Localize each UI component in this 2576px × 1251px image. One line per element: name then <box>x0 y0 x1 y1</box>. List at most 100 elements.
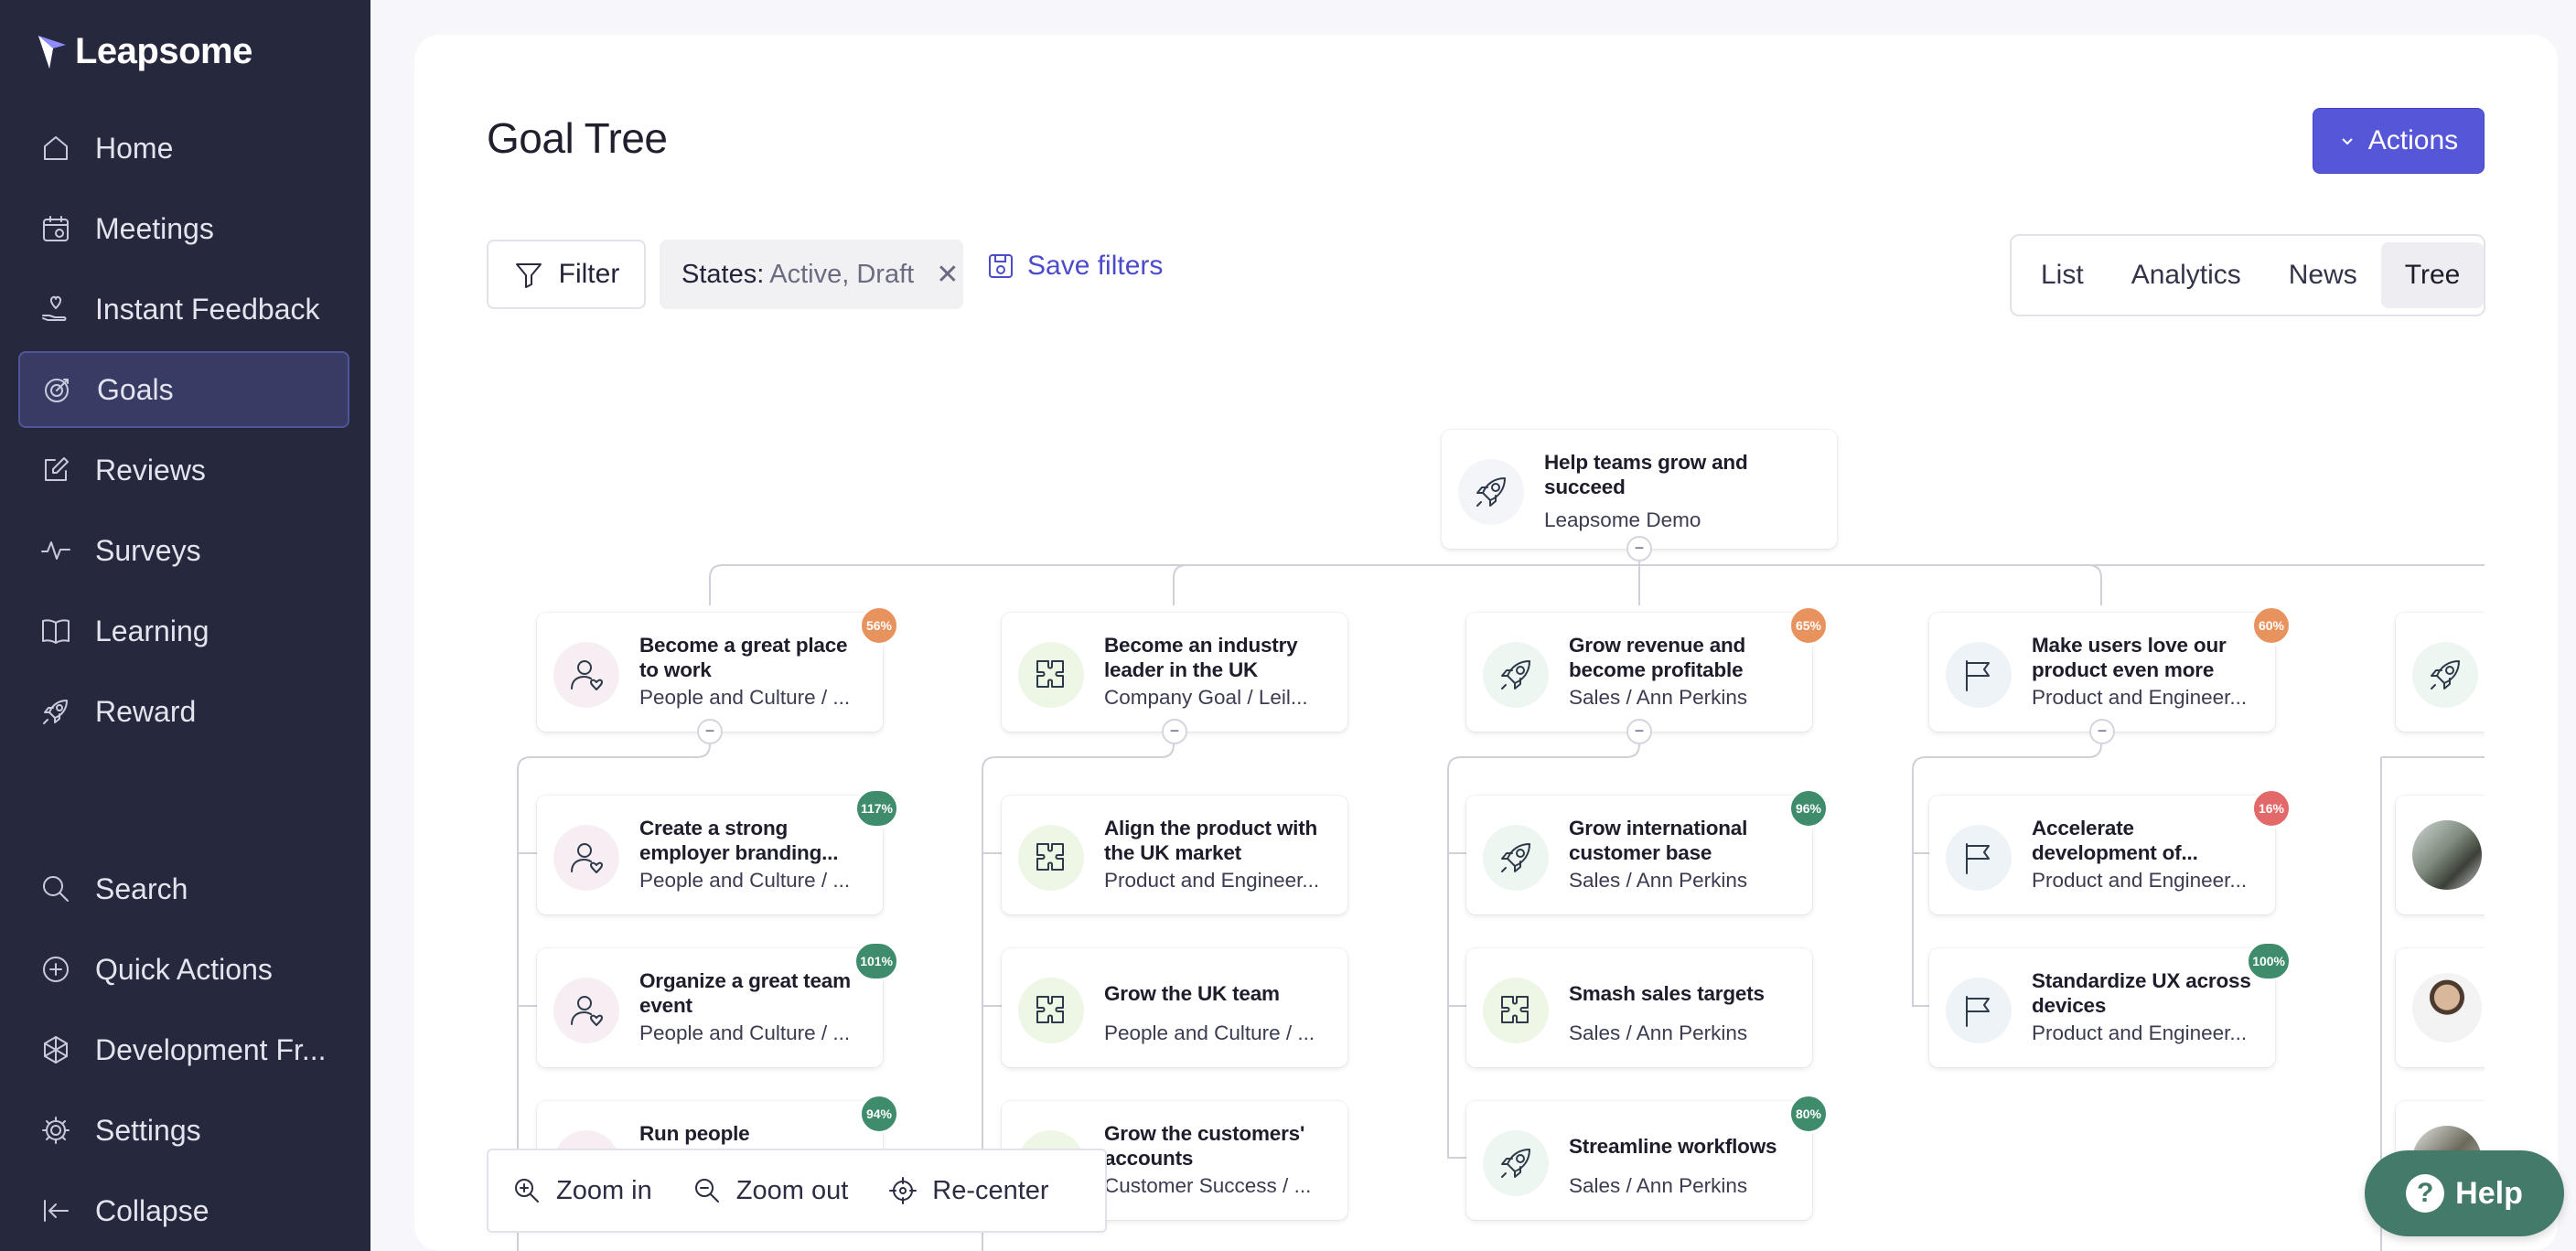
actions-button[interactable]: Actions <box>2313 108 2485 174</box>
goal-title: Align the product with the UK market <box>1104 817 1318 864</box>
progress-badge: 65% <box>1788 605 1829 646</box>
collapse-icon <box>40 1195 71 1226</box>
tab-news[interactable]: News <box>2265 242 2381 308</box>
goal-node[interactable]: Grow international customer base Sales /… <box>1466 788 1829 914</box>
avatar <box>2412 973 2482 1042</box>
actions-button-label: Actions <box>2367 125 2459 155</box>
goal-node[interactable]: Smash sales targets Sales / Ann Perkins <box>1466 948 1812 1067</box>
collapse-toggle[interactable]: − <box>1626 719 1652 744</box>
goal-node[interactable]: Grow revenue and become profitable Sales… <box>1466 605 1829 744</box>
sidebar-item-settings[interactable]: Settings <box>18 1092 349 1169</box>
sidebar-item-search[interactable]: Search <box>18 850 349 927</box>
goal-node[interactable]: Create a strong employer branding... Peo… <box>537 788 899 914</box>
leapsome-logo[interactable]: Leapsome <box>37 31 252 72</box>
sidebar-item-label: Reviews <box>95 453 206 486</box>
logo-mark-icon <box>38 35 66 69</box>
sidebar-item-learning[interactable]: Learning <box>18 593 349 669</box>
progress-badge: 100% <box>2246 941 2292 981</box>
sidebar-item-reward[interactable]: Reward <box>18 673 349 750</box>
puzzle-icon <box>1018 825 1084 891</box>
sidebar-item-label: Goals <box>97 372 174 406</box>
goal-node[interactable]: Accelerate development of... Product and… <box>1929 788 2292 914</box>
sidebar-item-label: Reward <box>95 694 197 728</box>
progress-badge: 117% <box>853 788 899 829</box>
user-heart-icon <box>553 642 619 708</box>
puzzle-icon <box>1018 642 1084 708</box>
user-heart-icon <box>553 825 619 891</box>
flag-icon <box>1946 978 2012 1043</box>
sidebar-item-label: Settings <box>95 1113 201 1147</box>
plus-circle-icon <box>40 954 71 985</box>
goal-title: Make users love our product even more <box>2032 634 2227 681</box>
goal-node-partial[interactable] <box>2396 613 2485 732</box>
sidebar: Leapsome Home Meetings Instant Feedback … <box>0 0 370 1251</box>
gear-icon <box>40 1115 71 1146</box>
goal-owner: Sales / Ann Perkins <box>1569 686 1748 709</box>
goal-owner: Sales / Ann Perkins <box>1569 1021 1748 1044</box>
goal-node-root[interactable]: Help teams grow and succeed Leapsome Dem… <box>1442 430 1837 561</box>
close-icon[interactable]: ✕ <box>936 259 959 291</box>
rocket-icon <box>1483 825 1549 891</box>
goal-node-partial[interactable] <box>2396 948 2485 1067</box>
brand-name: Leapsome <box>75 31 252 71</box>
sidebar-item-reviews[interactable]: Reviews <box>18 432 349 508</box>
goal-node-partial[interactable] <box>2396 796 2485 914</box>
crosshair-icon <box>889 1177 918 1204</box>
tab-analytics[interactable]: Analytics <box>2108 242 2265 308</box>
progress-badge: 60% <box>2251 605 2292 646</box>
zoom-out-button[interactable]: Zoom out <box>692 1176 867 1206</box>
collapse-toggle[interactable]: − <box>2089 719 2115 744</box>
collapse-toggle[interactable]: − <box>697 719 723 744</box>
edit-icon <box>40 454 71 486</box>
help-label: Help <box>2455 1175 2523 1211</box>
goal-node[interactable]: Standardize UX across devices Product an… <box>1929 941 2292 1067</box>
sidebar-item-label: Learning <box>95 614 209 647</box>
calendar-icon <box>40 213 71 244</box>
sidebar-item-instant-feedback[interactable]: Instant Feedback <box>18 271 349 348</box>
rocket-icon <box>40 696 71 727</box>
main-panel: Help teams grow and succeed Leapsome Dem… <box>414 35 2558 1251</box>
goal-owner: Product and Engineer... <box>2032 1021 2248 1044</box>
filter-button[interactable]: Filter <box>487 240 646 309</box>
rocket-icon <box>2412 642 2478 708</box>
goal-node[interactable]: Make users love our product even more Pr… <box>1929 605 2292 744</box>
sidebar-item-label: Meetings <box>95 211 214 245</box>
pulse-icon <box>40 535 71 566</box>
puzzle-icon <box>1483 978 1549 1043</box>
help-icon: ? <box>2406 1174 2445 1213</box>
sidebar-item-surveys[interactable]: Surveys <box>18 512 349 589</box>
goal-title: Streamline workflows <box>1569 1135 1777 1158</box>
states-chip-value: Active, Draft <box>769 259 915 289</box>
rocket-icon <box>1483 642 1549 708</box>
sidebar-item-goals[interactable]: Goals <box>18 351 349 428</box>
sidebar-item-home[interactable]: Home <box>18 110 349 187</box>
goal-owner: People and Culture / ... <box>639 686 851 709</box>
goal-node[interactable]: Become a great place to work People and … <box>537 605 899 744</box>
zoom-in-icon <box>515 1179 539 1203</box>
progress-badge: 16% <box>2251 788 2292 829</box>
recenter-button[interactable]: Re-center <box>888 1176 1067 1206</box>
goal-node[interactable]: Become an industry leader in the UK Comp… <box>1002 613 1347 744</box>
tab-tree[interactable]: Tree <box>2380 242 2485 308</box>
goal-node[interactable]: Streamline workflows Sales / Ann Perkins… <box>1466 1094 1829 1220</box>
goal-node[interactable]: Grow the UK team People and Culture / ..… <box>1002 948 1347 1067</box>
sidebar-item-quick-actions[interactable]: Quick Actions <box>18 931 349 1008</box>
goal-node[interactable]: Organize a great team event People and C… <box>537 941 899 1067</box>
sidebar-item-development-framework[interactable]: Development Fr... <box>18 1011 349 1088</box>
help-button[interactable]: ? Help <box>2365 1150 2564 1236</box>
sidebar-item-meetings[interactable]: Meetings <box>18 190 349 267</box>
collapse-toggle[interactable]: − <box>1162 719 1187 744</box>
goal-title: Become a great place to work <box>639 634 848 681</box>
zoom-in-button[interactable]: Zoom in <box>512 1176 671 1206</box>
collapse-toggle[interactable]: − <box>1626 536 1652 561</box>
goal-title: Grow international customer base <box>1569 817 1748 864</box>
sidebar-item-collapse[interactable]: Collapse <box>18 1172 349 1249</box>
goal-tree-canvas[interactable]: Help teams grow and succeed Leapsome Dem… <box>414 35 2485 1251</box>
goal-node[interactable]: Align the product with the UK market Pro… <box>1002 796 1347 914</box>
goal-title: Create a strong employer branding... <box>639 817 839 864</box>
save-filters-link[interactable]: Save filters <box>987 251 1163 282</box>
zoom-toolbar: Zoom in Zoom out Re-center <box>487 1149 1107 1233</box>
sidebar-item-label: Quick Actions <box>95 952 273 986</box>
tab-list[interactable]: List <box>2017 242 2108 308</box>
states-filter-chip[interactable]: States: Active, Draft ✕ <box>660 240 963 309</box>
